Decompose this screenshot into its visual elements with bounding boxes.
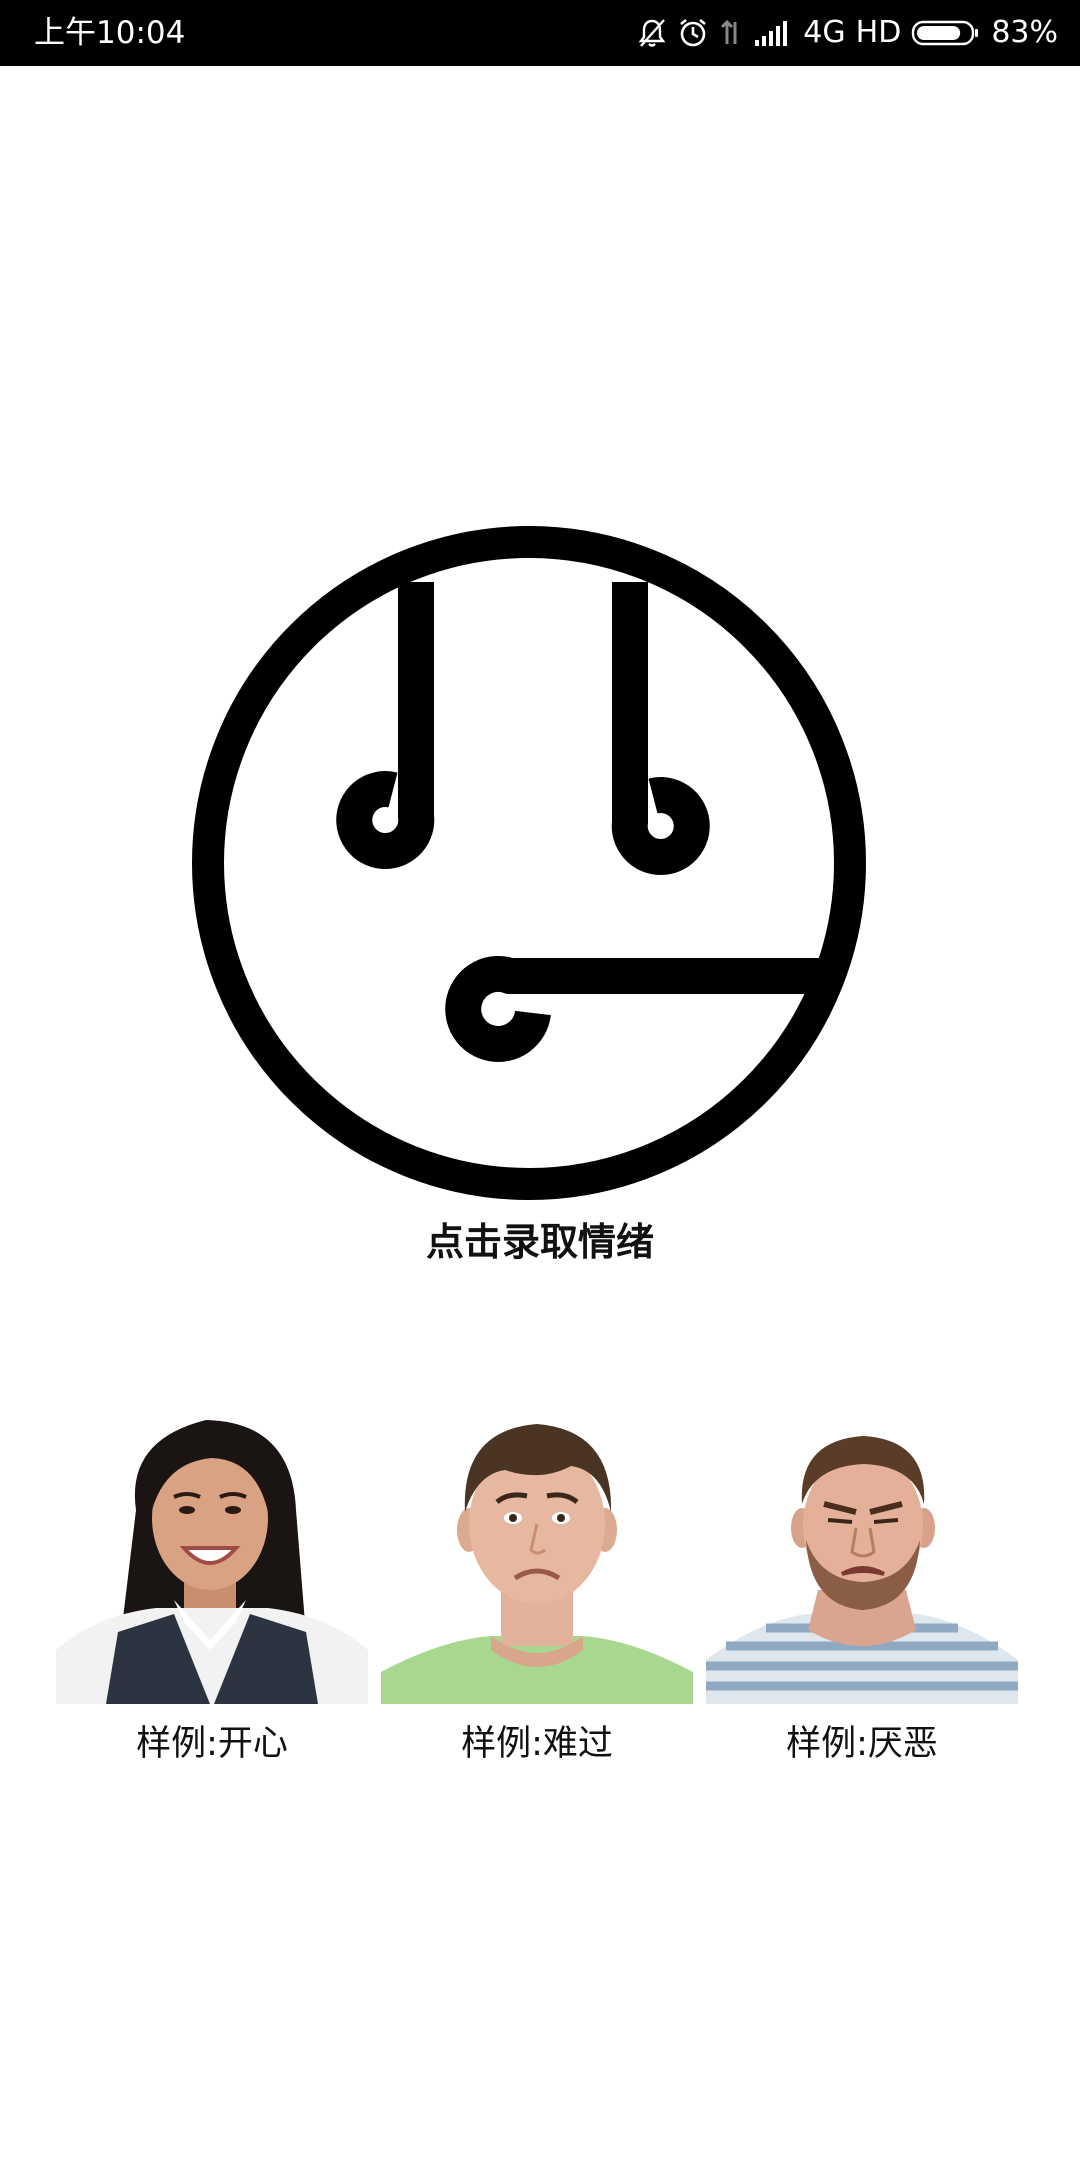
data-transfer-icon <box>721 19 737 44</box>
signal-icon <box>755 21 788 46</box>
example-label-disgust: 样例:厌恶 <box>786 1724 938 1764</box>
alarm-icon <box>680 18 707 47</box>
disgust-face-photo <box>706 1400 1018 1704</box>
mute-icon <box>638 19 666 47</box>
sad-face-photo <box>381 1400 693 1704</box>
record-area: 点击录取情绪 <box>0 66 1080 1296</box>
record-caption[interactable]: 点击录取情绪 <box>0 1218 1080 1266</box>
example-disgust: 样例:厌恶 <box>706 1400 1018 1780</box>
examples-row: 样例:开心 样例:难过 样例:厌恶 <box>56 1400 1024 1780</box>
battery-icon <box>912 20 979 46</box>
example-sad: 样例:难过 <box>381 1400 693 1780</box>
status-time: 上午10:04 <box>34 15 186 51</box>
emotion-face-logo[interactable] <box>192 526 866 1200</box>
happy-face-photo <box>56 1400 368 1704</box>
example-happy: 样例:开心 <box>56 1400 368 1780</box>
status-bar: 上午10:04 4G HD 83% <box>0 0 1080 66</box>
battery-percent: 83% <box>991 15 1058 50</box>
example-label-happy: 样例:开心 <box>136 1724 288 1764</box>
hd-indicator: HD <box>855 15 902 50</box>
network-type: 4G <box>803 15 846 50</box>
status-icons: 4G HD 83% <box>637 0 1058 66</box>
example-label-sad: 样例:难过 <box>461 1724 613 1764</box>
